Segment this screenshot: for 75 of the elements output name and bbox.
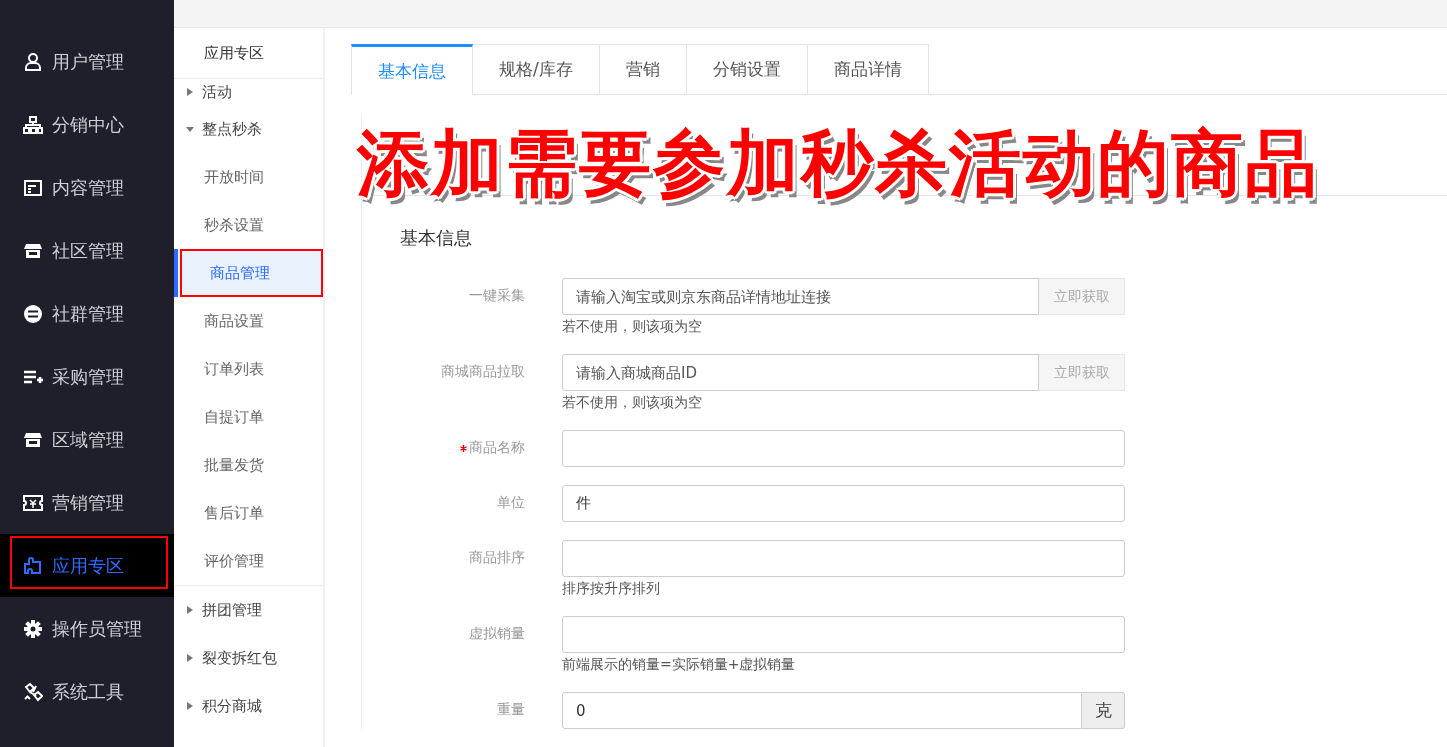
sidebar-item[interactable]: 用户管理 [0,30,174,93]
input-field[interactable] [562,540,1125,577]
group-label: 活动 [202,82,232,102]
field-label: 一键采集 [469,287,525,303]
sidebar-label: 采购管理 [52,364,124,389]
menu-icon [23,51,43,72]
sidebar-item[interactable]: 社区管理 [0,219,174,282]
field-label: 商品排序 [469,549,525,565]
group-label: 裂变拆红包 [202,648,277,668]
sidebar-item[interactable]: 分销中心 [0,93,174,156]
group-label: 积分商城 [202,696,262,716]
unit-addon: 克 [1082,692,1125,729]
field-label: 商城商品拉取 [441,363,525,379]
sidebar-item[interactable]: 系统工具 [0,660,174,723]
input-field[interactable]: 件 [562,485,1125,522]
sidebar-label: 系统工具 [52,679,124,704]
field-hint: 排序按升序排列 [562,580,661,598]
sidebar-item[interactable]: 采购管理 [0,345,174,408]
submenu-group[interactable]: 积分商城 [174,682,323,730]
submenu-item[interactable]: 批量发货 [174,441,323,489]
menu-icon [23,114,43,135]
input-field[interactable]: 0 [562,692,1082,729]
submenu-item[interactable]: 售后订单 [174,489,323,537]
submenu-group[interactable]: 活动 [174,79,323,105]
submenu-item[interactable]: 评价管理 [174,537,323,585]
submenu-group[interactable]: 整点秒杀 [174,105,323,153]
menu-icon [23,177,43,198]
sidebar-label: 分销中心 [52,112,124,137]
submenu-group[interactable]: 拼团管理 [174,586,323,634]
tab[interactable]: 规格/库存 [473,44,600,94]
sidebar-label: 内容管理 [52,175,124,200]
submenu-item[interactable]: 商品管理 [174,249,323,297]
submenu-item[interactable]: 自提订单 [174,393,323,441]
sidebar-item[interactable]: 内容管理 [0,156,174,219]
sidebar-item[interactable]: 操作员管理 [0,597,174,660]
field-hint: 若不使用，则该项为空 [562,318,703,336]
input-field[interactable] [562,430,1125,467]
menu-icon [23,681,43,702]
sidebar-label: 操作员管理 [52,616,142,641]
tab[interactable]: 营销 [599,44,687,94]
menu-icon [23,303,43,324]
field-hint: 前端展示的销量=实际销量+虚拟销量 [562,656,797,674]
field-hint: 若不使用，则该项为空 [562,394,703,412]
field-label: 虚拟销量 [469,625,525,641]
input-field[interactable] [562,616,1125,653]
sidebar-item[interactable]: 社群管理 [0,282,174,345]
tab[interactable]: 分销设置 [686,44,808,94]
submenu-item[interactable]: 开放时间 [174,153,323,201]
sidebar-label: 用户管理 [52,49,124,74]
group-label: 整点秒杀 [202,119,262,139]
sidebar-item[interactable]: 区域管理 [0,408,174,471]
submenu-item[interactable]: 秒杀设置 [174,201,323,249]
submenu-group[interactable]: 裂变拆红包 [174,634,323,682]
submenu-item[interactable]: 订单列表 [174,345,323,393]
submenu-item[interactable]: 商品设置 [174,297,323,345]
group-label: 拼团管理 [202,600,262,620]
field-label: 重量 [497,701,525,717]
callout-text: 添加需要参加秒杀活动的商品 [357,120,1319,207]
tab[interactable]: 商品详情 [807,44,929,94]
sidebar-item[interactable]: 应用专区 [0,534,174,597]
sidebar-label: 社群管理 [52,301,124,326]
sidebar-label: 应用专区 [52,553,124,578]
sidebar-label: 区域管理 [52,427,124,452]
field-label: 商品名称 [469,439,525,455]
input-field[interactable]: 请输入淘宝或则京东商品详情地址连接 [562,278,1039,315]
field-label: 单位 [497,494,525,510]
menu-icon [23,618,43,639]
menu-icon [23,555,43,576]
submenu-title: 应用专区 [174,28,323,79]
sidebar-label: 营销管理 [52,490,124,515]
sidebar-label: 社区管理 [52,238,124,263]
input-field[interactable]: 请输入商城商品ID [562,354,1039,391]
sidebar-item[interactable]: 营销管理 [0,471,174,534]
menu-icon [23,492,43,513]
section-title: 基本信息 [400,226,473,250]
